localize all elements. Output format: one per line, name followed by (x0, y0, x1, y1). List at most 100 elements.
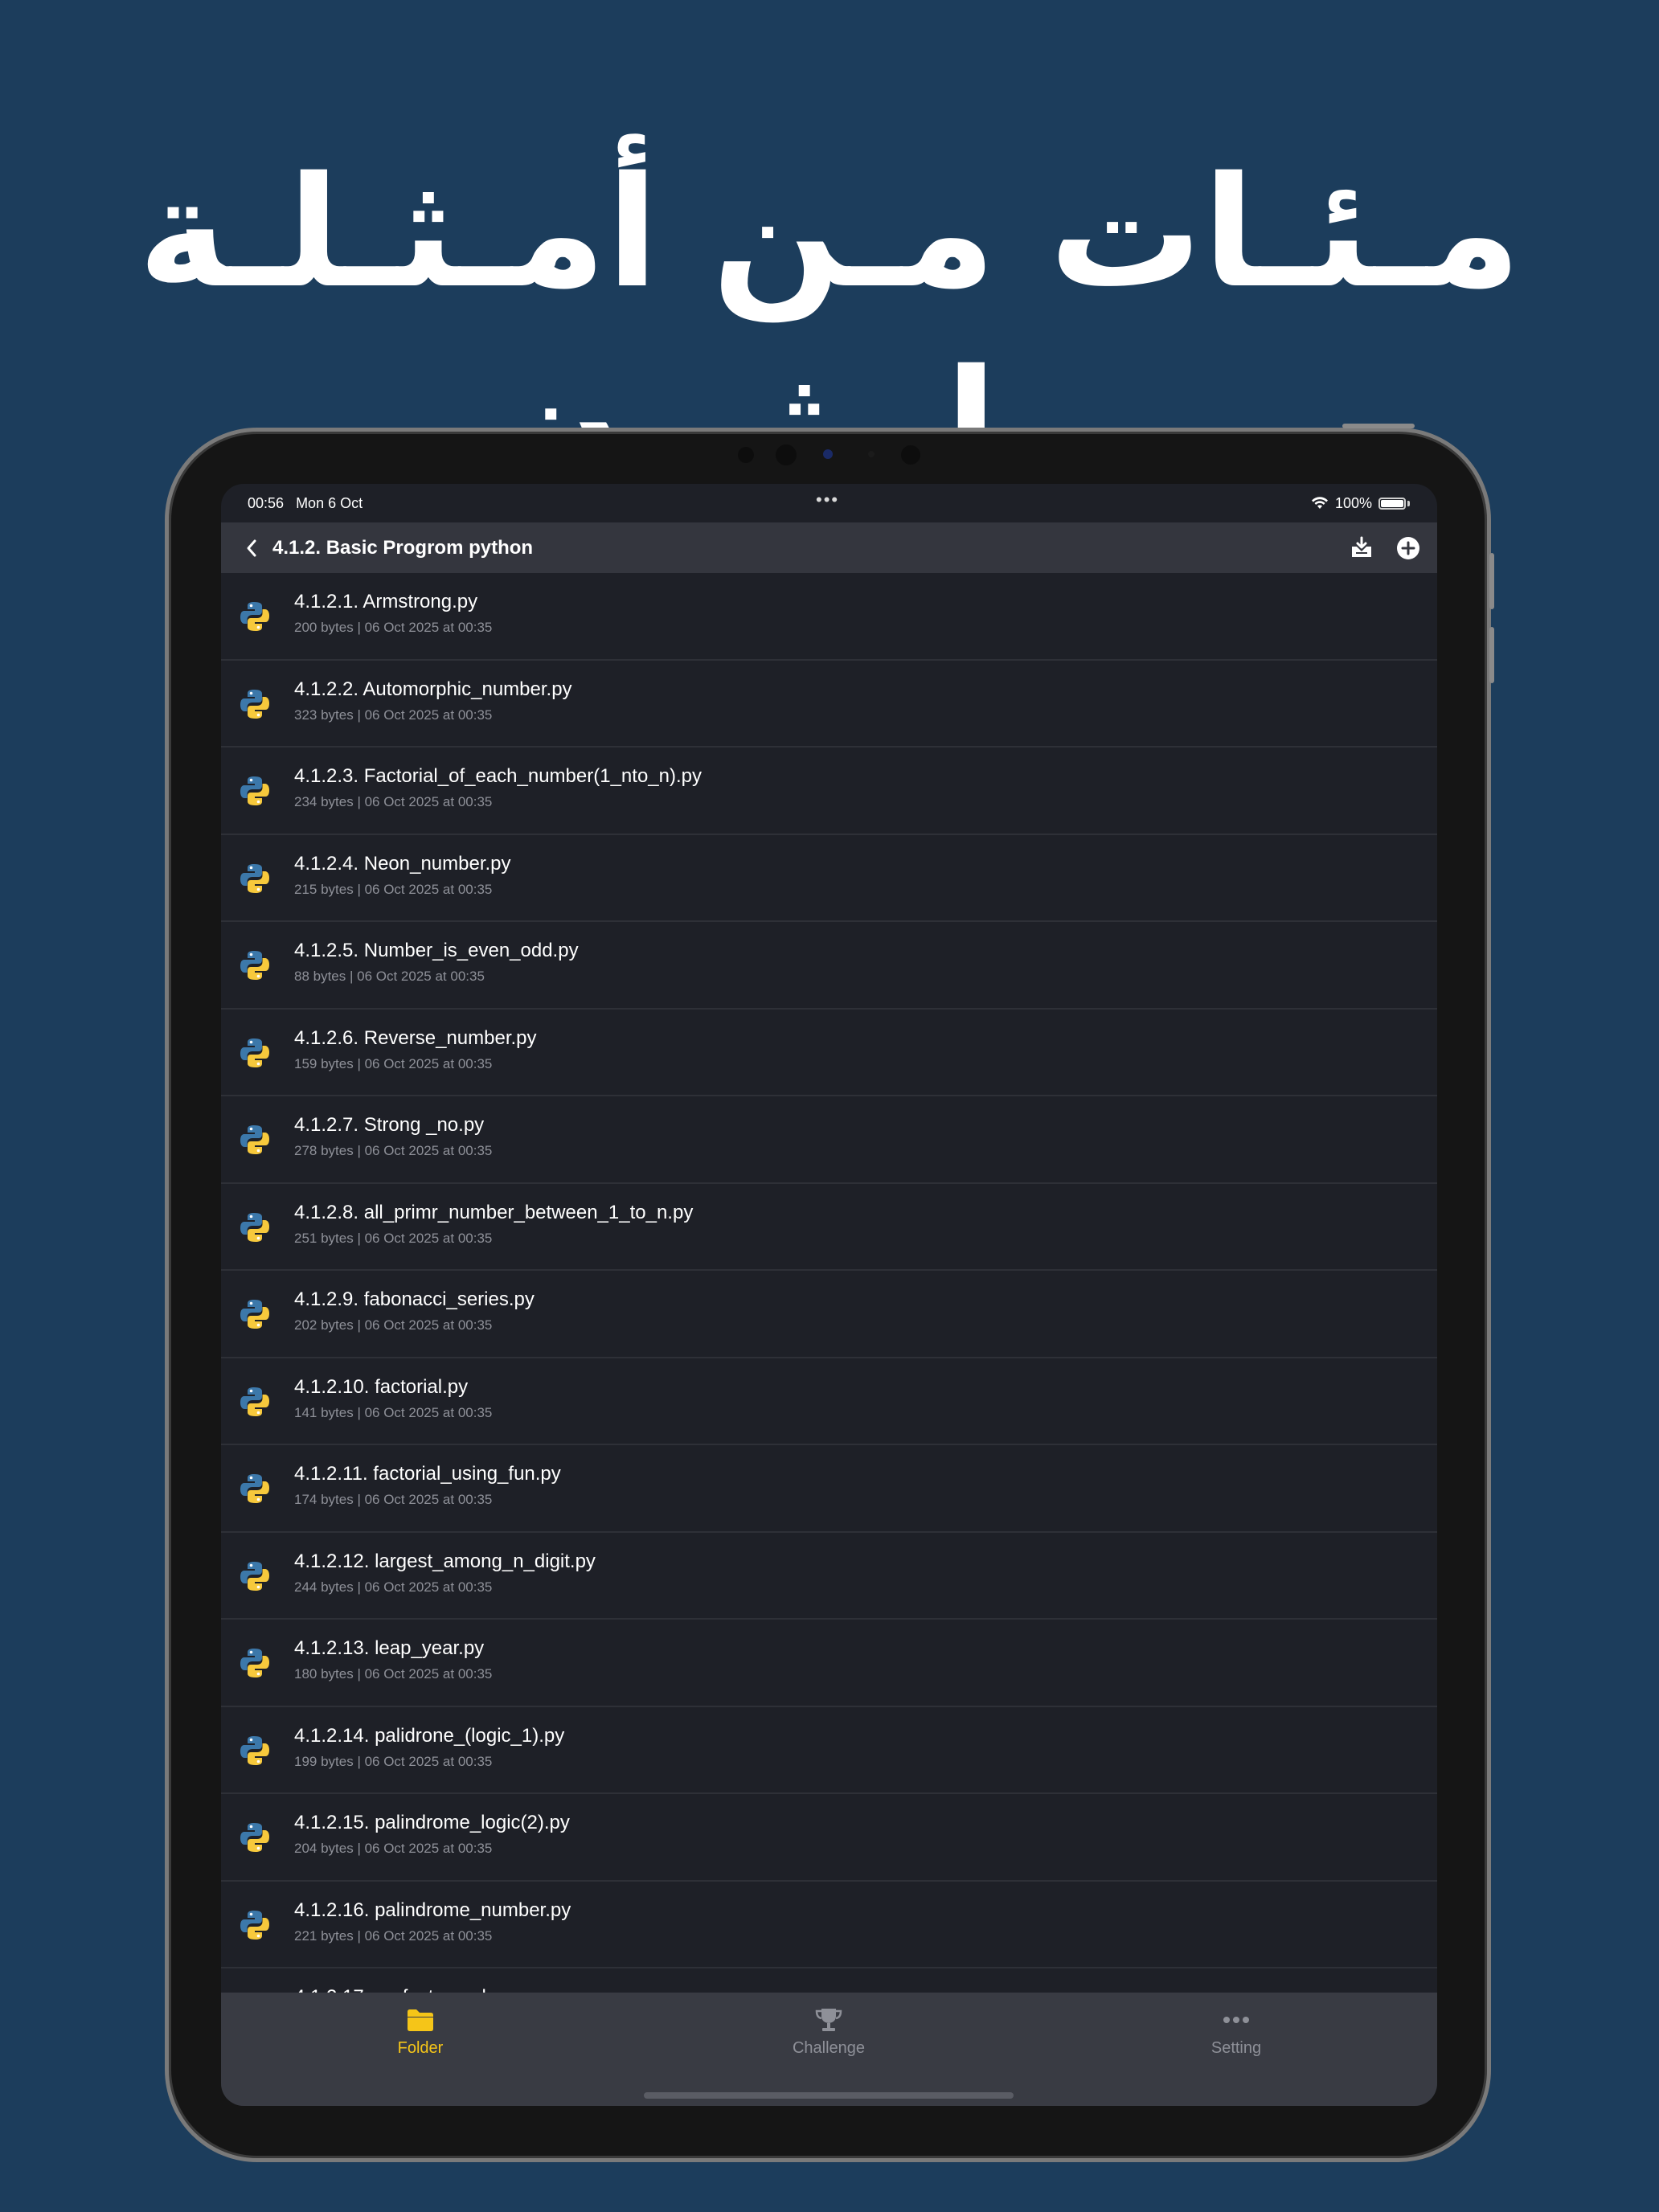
python-file-icon (237, 948, 272, 983)
tab-setting-label: Setting (1210, 2039, 1262, 2057)
status-right: 100% (1311, 484, 1410, 522)
python-file-icon (237, 1122, 272, 1157)
list-item[interactable]: 4.1.2.12. largest_among_n_digit.py 244 by… (221, 1533, 1437, 1620)
list-item[interactable]: 4.1.2.15. palindrome_logic(2).py 204 byte… (221, 1794, 1437, 1882)
tab-bar: Folder Challenge Setting (221, 1993, 1437, 2106)
file-name: 4.1.2.3. Factorial_of_each_number(1_nto_… (294, 765, 702, 787)
folder-icon (408, 2009, 433, 2031)
file-meta: 204 bytes | 06 Oct 2025 at 00:35 (294, 1841, 493, 1856)
file-name: 4.1.2.8. all_primr_number_between_1_to_n… (294, 1201, 694, 1223)
list-item[interactable]: 4.1.2.9. fabonacci_series.py 202 bytes | … (221, 1271, 1437, 1358)
home-indicator[interactable] (644, 2092, 1014, 2099)
list-item[interactable]: 4.1.2.7. Strong _no.py 278 bytes | 06 Oct… (221, 1096, 1437, 1184)
file-name: 4.1.2.7. Strong _no.py (294, 1114, 485, 1136)
nav-actions (1349, 522, 1421, 573)
list-item[interactable]: 4.1.2.17. perfect_number.py (221, 1968, 1437, 1993)
status-clock: 00:56 (248, 495, 285, 511)
list-item[interactable]: 4.1.2.5. Number_is_even_odd.py 88 bytes |… (221, 922, 1437, 1010)
file-name: 4.1.2.17. perfect_number.py (294, 1986, 535, 1993)
list-item[interactable]: 4.1.2.6. Reverse_number.py 159 bytes | 06… (221, 1010, 1437, 1096)
file-meta: 141 bytes | 06 Oct 2025 at 00:35 (294, 1404, 493, 1420)
file-meta: 251 bytes | 06 Oct 2025 at 00:35 (294, 1230, 493, 1246)
more-icon (1223, 2017, 1249, 2023)
python-file-icon (237, 1820, 272, 1855)
file-meta: 202 bytes | 06 Oct 2025 at 00:35 (294, 1317, 493, 1333)
python-file-icon (237, 1733, 272, 1768)
list-item[interactable]: 4.1.2.4. Neon_number.py 215 bytes | 06 Oc… (221, 835, 1437, 922)
status-bar: 00:56 Mon 6 Oct ••• 100% (221, 484, 1437, 522)
python-file-icon (237, 773, 272, 809)
camera-lens (823, 449, 833, 459)
list-item[interactable]: 4.1.2.8. all_primr_number_between_1_to_n… (221, 1184, 1437, 1271)
battery-tip (1407, 500, 1410, 506)
volume-down-button (1489, 627, 1494, 683)
file-meta: 159 bytes | 06 Oct 2025 at 00:35 (294, 1055, 493, 1071)
file-name: 4.1.2.4. Neon_number.py (294, 852, 511, 875)
file-meta: 199 bytes | 06 Oct 2025 at 00:35 (294, 1753, 493, 1769)
app-screen: 00:56 Mon 6 Oct ••• 100% 4.1.2. Basic Pr… (221, 484, 1437, 2106)
python-file-icon (237, 1210, 272, 1245)
file-name: 4.1.2.9. fabonacci_series.py (294, 1288, 535, 1310)
file-meta: 174 bytes | 06 Oct 2025 at 00:35 (294, 1492, 493, 1507)
trophy-icon (815, 2009, 842, 2031)
file-name: 4.1.2.16. palindrome_number.py (294, 1899, 571, 1921)
list-item[interactable]: 4.1.2.11. factorial_using_fun.py 174 byte… (221, 1445, 1437, 1533)
file-name: 4.1.2.15. palindrome_logic(2).py (294, 1812, 570, 1833)
list-item[interactable]: 4.1.2.2. Automorphic_number.py 323 bytes … (221, 661, 1437, 748)
file-name: 4.1.2.6. Reverse_number.py (294, 1026, 537, 1049)
file-name: 4.1.2.13. leap_year.py (294, 1637, 485, 1659)
file-meta: 215 bytes | 06 Oct 2025 at 00:35 (294, 881, 493, 897)
list-item[interactable]: 4.1.2.1. Armstrong.py 200 bytes | 06 Oct … (221, 573, 1437, 661)
python-file-icon (237, 1035, 272, 1071)
file-name: 4.1.2.11. factorial_using_fun.py (294, 1463, 561, 1485)
camera-dot (776, 444, 797, 465)
download-icon[interactable] (1349, 535, 1374, 561)
python-file-icon (237, 1384, 272, 1419)
tab-folder[interactable]: Folder (300, 1993, 541, 2106)
file-name: 4.1.2.14. palidrone_(logic_1).py (294, 1724, 565, 1747)
battery-percent: 100% (1334, 494, 1372, 511)
python-file-icon (237, 1645, 272, 1681)
python-file-icon (237, 1559, 272, 1594)
file-name: 4.1.2.10. factorial.py (294, 1375, 469, 1398)
file-meta: 323 bytes | 06 Oct 2025 at 00:35 (294, 707, 493, 723)
chevron-left-icon[interactable] (240, 537, 263, 559)
list-item[interactable]: 4.1.2.10. factorial.py 141 bytes | 06 Oct… (221, 1358, 1437, 1445)
file-meta: 278 bytes | 06 Oct 2025 at 00:35 (294, 1143, 493, 1158)
tab-challenge-label: Challenge (792, 2039, 866, 2057)
battery-icon (1378, 497, 1406, 510)
camera-dot (868, 451, 875, 457)
tab-folder-label: Folder (397, 2039, 444, 2057)
list-item[interactable]: 4.1.2.14. palidrone_(logic_1).py 199 byte… (221, 1707, 1437, 1794)
python-file-icon (237, 861, 272, 896)
python-file-icon (237, 599, 272, 634)
file-meta: 200 bytes | 06 Oct 2025 at 00:35 (294, 620, 493, 635)
python-file-icon (237, 1471, 272, 1506)
wifi-icon (1311, 497, 1328, 509)
volume-up-button (1489, 553, 1494, 609)
file-meta: 234 bytes | 06 Oct 2025 at 00:35 (294, 794, 493, 809)
file-name: 4.1.2.2. Automorphic_number.py (294, 678, 572, 700)
python-file-icon (237, 1907, 272, 1943)
file-name: 4.1.2.5. Number_is_even_odd.py (294, 940, 579, 961)
top-button (1342, 424, 1415, 428)
list-item[interactable]: 4.1.2.16. palindrome_number.py 221 bytes … (221, 1882, 1437, 1968)
python-file-icon (237, 686, 272, 722)
camera-dot (901, 445, 920, 465)
camera-dot (738, 447, 754, 463)
file-name: 4.1.2.12. largest_among_n_digit.py (294, 1550, 596, 1572)
file-meta: 244 bytes | 06 Oct 2025 at 00:35 (294, 1579, 493, 1595)
page-title: 4.1.2. Basic Progrom python (272, 536, 534, 559)
list-item[interactable]: 4.1.2.13. leap_year.py 180 bytes | 06 Oct… (221, 1620, 1437, 1707)
tab-setting[interactable]: Setting (1116, 1993, 1357, 2106)
file-meta: 221 bytes | 06 Oct 2025 at 00:35 (294, 1927, 493, 1944)
nav-bar: 4.1.2. Basic Progrom python (221, 522, 1437, 573)
file-list[interactable]: 4.1.2.1. Armstrong.py 200 bytes | 06 Oct … (221, 573, 1437, 1993)
tab-challenge[interactable]: Challenge (708, 1993, 949, 2106)
file-meta: 180 bytes | 06 Oct 2025 at 00:35 (294, 1666, 493, 1682)
file-meta: 88 bytes | 06 Oct 2025 at 00:35 (294, 969, 485, 984)
multitasking-dots[interactable]: ••• (816, 484, 839, 516)
plus-circle-icon[interactable] (1395, 535, 1421, 561)
file-name: 4.1.2.1. Armstrong.py (294, 591, 478, 612)
list-item[interactable]: 4.1.2.3. Factorial_of_each_number(1_nto_… (221, 748, 1437, 835)
